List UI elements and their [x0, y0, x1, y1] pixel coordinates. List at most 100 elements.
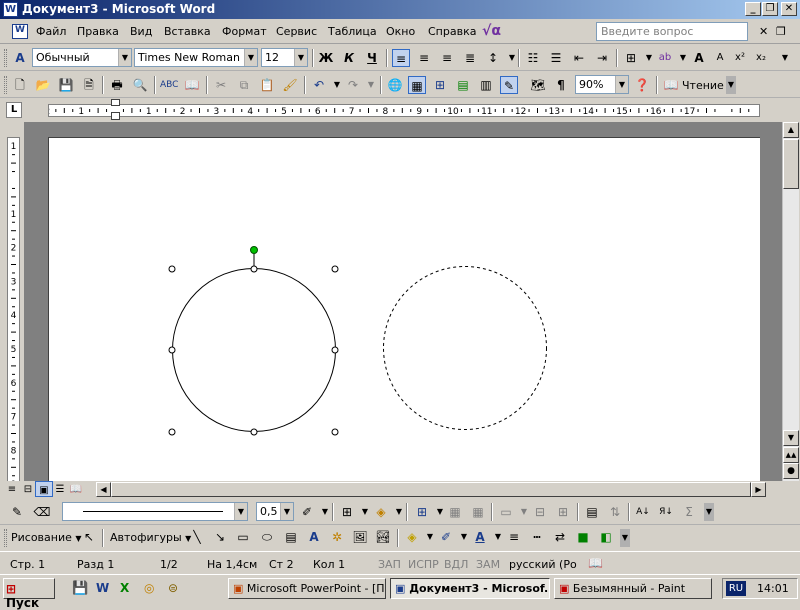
- menu-file[interactable]: Файл: [36, 25, 66, 38]
- chevron-down-icon[interactable]: ▼: [294, 49, 307, 66]
- chevron-down-icon[interactable]: ▼: [776, 49, 794, 67]
- toolbar-options-icon[interactable]: ▼: [726, 76, 736, 94]
- borders-icon[interactable]: ⊞: [622, 49, 640, 67]
- research-icon[interactable]: 📖: [183, 76, 201, 94]
- resize-handle-bottom-left[interactable]: [168, 428, 176, 436]
- show-formatting-icon[interactable]: ¶: [552, 76, 570, 94]
- title-bar[interactable]: W Документ3 - Microsoft Word _ ❐ ✕: [0, 0, 800, 19]
- menu-tools[interactable]: Сервис: [276, 25, 317, 38]
- horizontal-scroll-thumb[interactable]: [111, 482, 751, 497]
- zoom-combo[interactable]: 90% ▼: [575, 75, 629, 94]
- diagram-icon[interactable]: ✲: [328, 528, 346, 546]
- resize-handle-top[interactable]: [250, 265, 258, 273]
- clock[interactable]: 14:01: [757, 582, 789, 595]
- selected-circle-shape[interactable]: [172, 268, 336, 432]
- align-right-icon[interactable]: ≡: [438, 49, 456, 67]
- select-objects-icon[interactable]: ↖: [80, 528, 98, 546]
- autoshapes-menu-button[interactable]: Автофигуры ▼: [110, 531, 191, 544]
- language-indicator[interactable]: RU: [726, 581, 746, 596]
- toolbar-options-icon[interactable]: ▼: [704, 503, 714, 521]
- first-line-indent-marker[interactable]: [111, 99, 120, 106]
- permission-icon[interactable]: 🗎: [80, 76, 98, 94]
- line-color-icon[interactable]: ✐: [437, 528, 455, 546]
- text-box-icon[interactable]: ▤: [282, 528, 300, 546]
- left-indent-marker[interactable]: [111, 112, 120, 120]
- chevron-down-icon[interactable]: ▼: [118, 49, 131, 66]
- italic-icon[interactable]: К: [340, 49, 358, 67]
- shading-icon[interactable]: ◈: [372, 503, 390, 521]
- chevron-down-icon[interactable]: ▼: [244, 49, 257, 66]
- line-tool-icon[interactable]: ╲: [188, 528, 206, 546]
- paste-icon[interactable]: 📋: [258, 76, 276, 94]
- sort-ascending-icon[interactable]: A↓: [634, 503, 652, 521]
- word-app-icon[interactable]: W: [3, 2, 18, 17]
- menu-window[interactable]: Окно: [386, 25, 415, 38]
- arrow-style-icon[interactable]: ⇄: [551, 528, 569, 546]
- document-page[interactable]: [48, 137, 760, 481]
- reading-mode-button[interactable]: Чтение: [682, 79, 724, 92]
- print-icon[interactable]: 🖶: [108, 76, 126, 94]
- task-word[interactable]: ▣ Документ3 - Microsof...: [390, 578, 550, 599]
- draw-table-icon[interactable]: ✎: [8, 503, 26, 521]
- rectangle-tool-icon[interactable]: ▭: [234, 528, 252, 546]
- resize-handle-top-left[interactable]: [168, 265, 176, 273]
- wordart-icon[interactable]: A: [305, 528, 323, 546]
- eraser-icon[interactable]: ⌫: [33, 503, 51, 521]
- help-search-input[interactable]: Введите вопрос: [596, 22, 748, 41]
- dash-style-icon[interactable]: ┅: [528, 528, 546, 546]
- align-center-icon[interactable]: ≡: [415, 49, 433, 67]
- bold-icon[interactable]: Ж: [317, 49, 335, 67]
- format-painter-icon[interactable]: 🖌: [281, 76, 299, 94]
- drawing-toggle-icon[interactable]: ✎: [500, 76, 518, 94]
- line-style-icon[interactable]: ≡: [505, 528, 523, 546]
- style-combo[interactable]: Обычный ▼: [32, 48, 132, 67]
- minimize-button[interactable]: _: [745, 2, 761, 16]
- chevron-down-icon[interactable]: ▼: [280, 503, 293, 520]
- draw-menu-button[interactable]: Рисование ▼: [11, 531, 82, 544]
- clip-art-icon[interactable]: 🖼: [351, 528, 369, 546]
- help-icon[interactable]: ❓: [633, 76, 651, 94]
- toolbar-grip[interactable]: [4, 76, 7, 94]
- underline-icon[interactable]: Ч: [363, 49, 381, 67]
- reading-view-icon[interactable]: 📖: [67, 481, 85, 497]
- tab-selector-button[interactable]: L: [6, 102, 22, 118]
- split-cells-icon[interactable]: ▦: [469, 503, 487, 521]
- columns-icon[interactable]: ▥: [477, 76, 495, 94]
- quick-launch-app-icon[interactable]: ⊜: [168, 581, 178, 595]
- doc-close-icon[interactable]: ✕: [759, 25, 768, 38]
- document-icon[interactable]: W: [12, 24, 28, 39]
- horizontal-ruler[interactable]: 211234567891011121314151617: [48, 104, 760, 117]
- toolbar-grip[interactable]: [4, 529, 7, 547]
- start-button[interactable]: ⊞ Пуск: [3, 578, 55, 610]
- document-map-icon[interactable]: 🗺: [529, 76, 547, 94]
- status-language[interactable]: русский (Ро: [509, 558, 577, 571]
- scroll-down-icon[interactable]: ▼: [783, 430, 799, 446]
- font-combo[interactable]: Times New Roman ▼: [134, 48, 258, 67]
- autosum-icon[interactable]: Σ: [680, 503, 698, 521]
- print-preview-icon[interactable]: 🔍: [131, 76, 149, 94]
- toolbar-grip[interactable]: [4, 49, 7, 67]
- decrease-indent-icon[interactable]: ⇤: [570, 49, 588, 67]
- scroll-left-icon[interactable]: ◀: [96, 482, 111, 497]
- spelling-icon[interactable]: ABC: [160, 76, 178, 94]
- resize-handle-right[interactable]: [331, 346, 339, 354]
- task-paint[interactable]: ▣ Безымянный - Paint: [554, 578, 712, 599]
- restore-button[interactable]: ❐: [762, 2, 778, 16]
- dashed-circle-shape[interactable]: [383, 266, 547, 430]
- browse-object-icon[interactable]: ●: [783, 463, 799, 479]
- previous-page-icon[interactable]: ▲▲: [783, 447, 799, 463]
- reading-icon[interactable]: 📖: [662, 76, 680, 94]
- outside-border-icon[interactable]: ⊞: [338, 503, 356, 521]
- line-weight-combo[interactable]: 0,5 ▼: [256, 502, 294, 521]
- scroll-right-icon[interactable]: ▶: [751, 482, 766, 497]
- status-extend[interactable]: ВДЛ: [444, 558, 468, 571]
- 3d-style-icon[interactable]: ◧: [597, 528, 615, 546]
- status-overtype[interactable]: ЗАМ: [476, 558, 500, 571]
- autoformat-icon[interactable]: ▤: [583, 503, 601, 521]
- menu-insert[interactable]: Вставка: [164, 25, 211, 38]
- sort-descending-icon[interactable]: Я↓: [657, 503, 675, 521]
- tables-borders-icon[interactable]: ▦: [408, 76, 426, 94]
- equation-icon[interactable]: √α: [482, 23, 501, 39]
- undo-icon[interactable]: ↶: [310, 76, 328, 94]
- subscript-icon[interactable]: x₂: [752, 49, 770, 67]
